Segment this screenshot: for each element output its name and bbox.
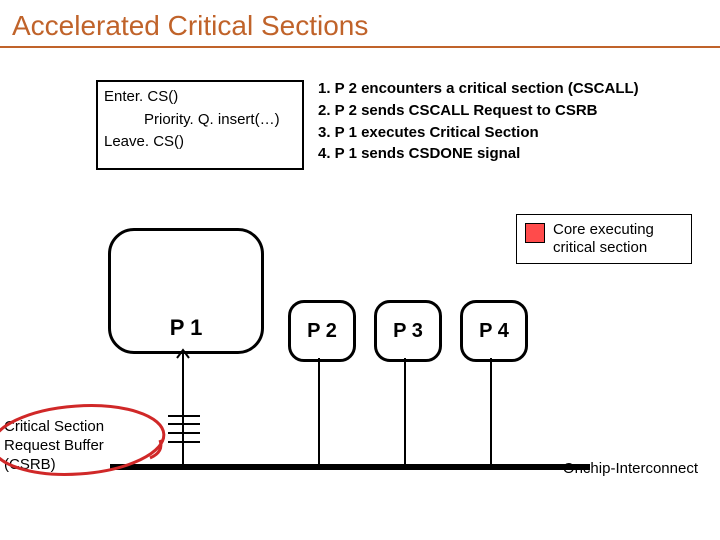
steps-list: 1. P 2 encounters a critical section (CS… (318, 78, 639, 165)
core-p3: P 3 (374, 300, 442, 362)
step-4: 4. P 1 sends CSDONE signal (318, 143, 639, 165)
step-3: 3. P 1 executes Critical Section (318, 122, 639, 144)
csrb-label: Critical Section Request Buffer (CSRB) (4, 418, 144, 474)
step-2: 2. P 2 sends CSCALL Request to CSRB (318, 100, 639, 122)
legend-label: Core executing critical section (553, 221, 683, 257)
title-rule (0, 46, 720, 48)
slide-title: Accelerated Critical Sections (0, 0, 720, 46)
interconnect-bar (110, 464, 590, 470)
code-line-1: Enter. CS() (104, 86, 296, 109)
core-p1: P 1 (108, 228, 264, 354)
code-line-3: Leave. CS() (104, 131, 296, 154)
code-line-2: Priority. Q. insert(…) (104, 109, 296, 132)
onchip-label: Onchip-Interconnect (563, 460, 698, 479)
code-box: Enter. CS() Priority. Q. insert(…) Leave… (96, 80, 304, 170)
legend: Core executing critical section (516, 214, 692, 264)
core-p2: P 2 (288, 300, 356, 362)
legend-swatch (525, 223, 545, 243)
csrb-icon (168, 416, 200, 442)
core-p1-label: P 1 (111, 315, 261, 341)
step-1: 1. P 2 encounters a critical section (CS… (318, 78, 639, 100)
core-p4: P 4 (460, 300, 528, 362)
